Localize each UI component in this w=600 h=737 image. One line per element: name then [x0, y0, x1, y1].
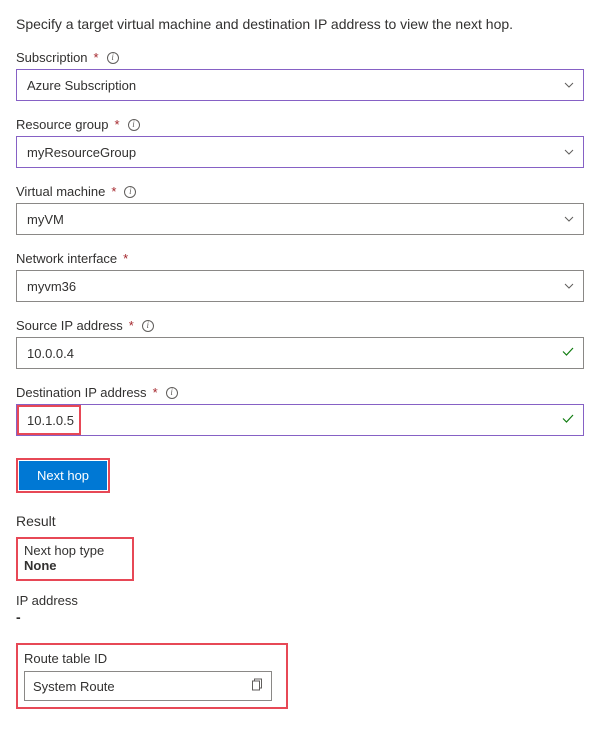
virtual-machine-value: myVM [27, 212, 64, 227]
ip-address-label: IP address [16, 593, 584, 608]
info-icon[interactable]: i [142, 320, 154, 332]
route-table-block: Route table ID System Route [16, 643, 288, 709]
route-table-label: Route table ID [24, 651, 280, 666]
destination-ip-label: Destination IP address * i [16, 385, 584, 400]
destination-ip-input[interactable] [27, 413, 573, 428]
required-star-icon: * [111, 184, 116, 199]
required-star-icon: * [153, 385, 158, 400]
page-description: Specify a target virtual machine and des… [16, 16, 584, 32]
required-star-icon: * [115, 117, 120, 132]
network-interface-field-group: Network interface * myvm36 [16, 251, 584, 302]
next-hop-button-highlight: Next hop [16, 458, 110, 493]
next-hop-type-block: Next hop type None [16, 537, 134, 581]
check-icon [561, 412, 575, 429]
network-interface-label: Network interface * [16, 251, 584, 266]
source-ip-field-group: Source IP address * i [16, 318, 584, 369]
required-star-icon: * [123, 251, 128, 266]
destination-ip-field-group: Destination IP address * i [16, 385, 584, 436]
resource-group-label-text: Resource group [16, 117, 109, 132]
chevron-down-icon [563, 146, 575, 158]
check-icon [561, 345, 575, 362]
network-interface-select[interactable]: myvm36 [16, 270, 584, 302]
virtual-machine-label-text: Virtual machine [16, 184, 105, 199]
resource-group-label: Resource group * i [16, 117, 584, 132]
virtual-machine-select[interactable]: myVM [16, 203, 584, 235]
next-hop-button[interactable]: Next hop [19, 461, 107, 490]
info-icon[interactable]: i [166, 387, 178, 399]
chevron-down-icon [563, 280, 575, 292]
subscription-value: Azure Subscription [27, 78, 136, 93]
subscription-select[interactable]: Azure Subscription [16, 69, 584, 101]
required-star-icon: * [129, 318, 134, 333]
next-hop-type-label: Next hop type [24, 543, 126, 558]
result-heading: Result [16, 513, 584, 529]
source-ip-input-wrap[interactable] [16, 337, 584, 369]
resource-group-value: myResourceGroup [27, 145, 136, 160]
network-interface-value: myvm36 [27, 279, 76, 294]
next-hop-type-value: None [24, 558, 126, 573]
info-icon[interactable]: i [128, 119, 140, 131]
network-interface-label-text: Network interface [16, 251, 117, 266]
route-table-value-wrap[interactable]: System Route [24, 671, 272, 701]
chevron-down-icon [563, 213, 575, 225]
destination-ip-input-wrap[interactable] [16, 404, 584, 436]
source-ip-label: Source IP address * i [16, 318, 584, 333]
info-icon[interactable]: i [107, 52, 119, 64]
source-ip-input[interactable] [27, 346, 573, 361]
chevron-down-icon [563, 79, 575, 91]
route-table-value: System Route [33, 679, 115, 694]
required-star-icon: * [94, 50, 99, 65]
virtual-machine-field-group: Virtual machine * i myVM [16, 184, 584, 235]
virtual-machine-label: Virtual machine * i [16, 184, 584, 199]
subscription-field-group: Subscription * i Azure Subscription [16, 50, 584, 101]
subscription-label: Subscription * i [16, 50, 584, 65]
ip-address-value: - [16, 609, 584, 625]
info-icon[interactable]: i [124, 186, 136, 198]
resource-group-field-group: Resource group * i myResourceGroup [16, 117, 584, 168]
resource-group-select[interactable]: myResourceGroup [16, 136, 584, 168]
subscription-label-text: Subscription [16, 50, 88, 65]
copy-icon[interactable] [251, 678, 264, 694]
source-ip-label-text: Source IP address [16, 318, 123, 333]
destination-ip-label-text: Destination IP address [16, 385, 147, 400]
